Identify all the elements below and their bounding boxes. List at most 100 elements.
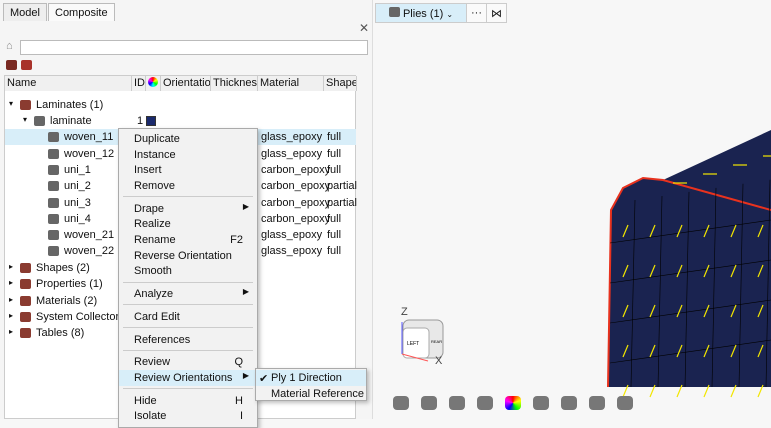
menu-item-reverse-orientation[interactable]: Reverse Orientation (119, 248, 257, 264)
row-shape: full (327, 164, 342, 176)
menu-item-label: Rename (134, 234, 176, 246)
color-palette-icon[interactable] (505, 396, 521, 410)
cube-left-label: LEFT (407, 341, 419, 347)
create-ply-icon[interactable] (21, 60, 32, 70)
menu-item-instance[interactable]: Instance (119, 147, 257, 163)
col-id[interactable]: ID (132, 76, 146, 91)
menu-item-smooth[interactable]: Smooth (119, 263, 257, 279)
col-orientation[interactable]: Orientation (161, 76, 211, 91)
row-color-swatch[interactable] (146, 116, 156, 126)
menu-item-realize[interactable]: Realize (119, 216, 257, 232)
view-icon[interactable] (393, 396, 409, 410)
menu-item-rename[interactable]: Rename F2 (119, 232, 257, 248)
row-shape: full (327, 213, 342, 225)
menu-item-remove[interactable]: Remove (119, 178, 257, 194)
row-material: carbon_epoxy (261, 164, 331, 176)
submenu-arrow-icon: ▶ (242, 202, 249, 211)
tree-row[interactable]: ▾ Laminates (1) (5, 97, 356, 113)
shapes-icon (20, 263, 31, 273)
menu-item-label: Duplicate (134, 133, 180, 145)
home-icon[interactable]: ⌂ (6, 40, 13, 52)
camera-icon[interactable] (421, 396, 437, 410)
submenu-label: Material Reference (271, 388, 364, 400)
menu-separator (123, 350, 253, 351)
close-icon[interactable]: ✕ (359, 21, 369, 35)
row-material: carbon_epoxy (261, 197, 331, 209)
menu-separator (123, 196, 253, 197)
submenu-ply-1-direction[interactable]: ✔ Ply 1 Direction (256, 370, 366, 386)
row-name: uni_2 (64, 180, 91, 192)
menu-item-review-orientations[interactable]: Review Orientations ▶ (119, 370, 257, 386)
axis-x-label: X (435, 355, 443, 367)
ply-icon (48, 165, 59, 175)
menu-separator (123, 388, 253, 389)
ply-icon (48, 198, 59, 208)
menu-item-label: References (134, 334, 191, 346)
row-name: Properties (1) (36, 278, 103, 290)
color-wheel-icon (148, 77, 158, 87)
col-thickness[interactable]: Thickness (211, 76, 258, 91)
ply-icon (48, 181, 59, 191)
row-shape: partial (327, 180, 357, 192)
axis-z-label: Z (401, 306, 408, 318)
zoom-fit-icon[interactable] (561, 396, 577, 410)
row-shape: full (327, 131, 342, 143)
expand-toggle-icon[interactable]: ▸ (9, 311, 13, 320)
ply-icon (48, 149, 59, 159)
expand-toggle-icon[interactable]: ▸ (9, 327, 13, 336)
expand-toggle-icon[interactable]: ▸ (9, 262, 13, 271)
expand-toggle-icon[interactable]: ▾ (9, 99, 13, 108)
col-color[interactable] (146, 76, 161, 91)
row-shape: full (327, 229, 342, 241)
system-collectors-icon (20, 312, 31, 322)
menu-shortcut: F2 (230, 234, 243, 246)
menu-item-hide[interactable]: Hide H (119, 393, 257, 409)
search-input[interactable] (20, 40, 368, 55)
row-material: carbon_epoxy (261, 213, 331, 225)
tab-model[interactable]: Model (3, 3, 47, 21)
col-name[interactable]: Name (5, 76, 132, 91)
row-name: woven_12 (64, 148, 115, 160)
menu-item-review[interactable]: Review Q (119, 354, 257, 370)
rotate-part-icon[interactable] (449, 396, 465, 410)
axis-icon[interactable] (533, 396, 549, 410)
row-material: carbon_epoxy (261, 180, 331, 192)
mesh-view: LEFT REAR Z X (401, 130, 771, 398)
menu-separator (123, 304, 253, 305)
lock-icon[interactable] (617, 396, 633, 410)
menu-item-isolate[interactable]: Isolate I (119, 408, 257, 424)
section-icon[interactable] (477, 396, 493, 410)
expand-toggle-icon[interactable]: ▸ (9, 278, 13, 287)
graphics-viewport[interactable]: Plies (1) ⌄ ··· ⋈ LEFT REAR Z X (373, 0, 771, 419)
properties-icon (20, 279, 31, 289)
ply-icon (48, 230, 59, 240)
row-name: Laminates (1) (36, 99, 104, 111)
submenu-arrow-icon: ▶ (242, 287, 249, 296)
menu-shortcut: Q (234, 356, 243, 368)
menu-item-references[interactable]: References (119, 332, 257, 348)
row-shape: full (327, 148, 342, 160)
expand-toggle-icon[interactable]: ▸ (9, 295, 13, 304)
menu-item-label: Review (134, 356, 171, 368)
tree-row[interactable]: ▾ laminate 1 (5, 113, 356, 129)
menu-item-insert[interactable]: Insert (119, 162, 257, 178)
col-shape[interactable]: Shape (324, 76, 357, 91)
ply-icon (48, 246, 59, 256)
submenu-material-reference[interactable]: Material Reference (256, 386, 366, 402)
menu-item-duplicate[interactable]: Duplicate (119, 131, 257, 147)
menu-item-drape[interactable]: Drape ▶ (119, 201, 257, 217)
tab-composite[interactable]: Composite (48, 3, 115, 21)
menu-item-analyze[interactable]: Analyze ▶ (119, 286, 257, 302)
row-name: uni_4 (64, 213, 91, 225)
menu-item-label: Insert (134, 164, 162, 176)
create-laminate-icon[interactable] (6, 60, 17, 70)
display-3d-icon[interactable] (589, 396, 605, 410)
ply-icon (48, 214, 59, 224)
menu-item-card-edit[interactable]: Card Edit (119, 309, 257, 325)
menu-item-label: Smooth (134, 265, 172, 277)
col-material[interactable]: Material (258, 76, 324, 91)
laminate-icon (34, 116, 45, 126)
expand-toggle-icon[interactable]: ▾ (23, 115, 27, 124)
row-shape: partial (327, 197, 357, 209)
menu-separator (123, 327, 253, 328)
